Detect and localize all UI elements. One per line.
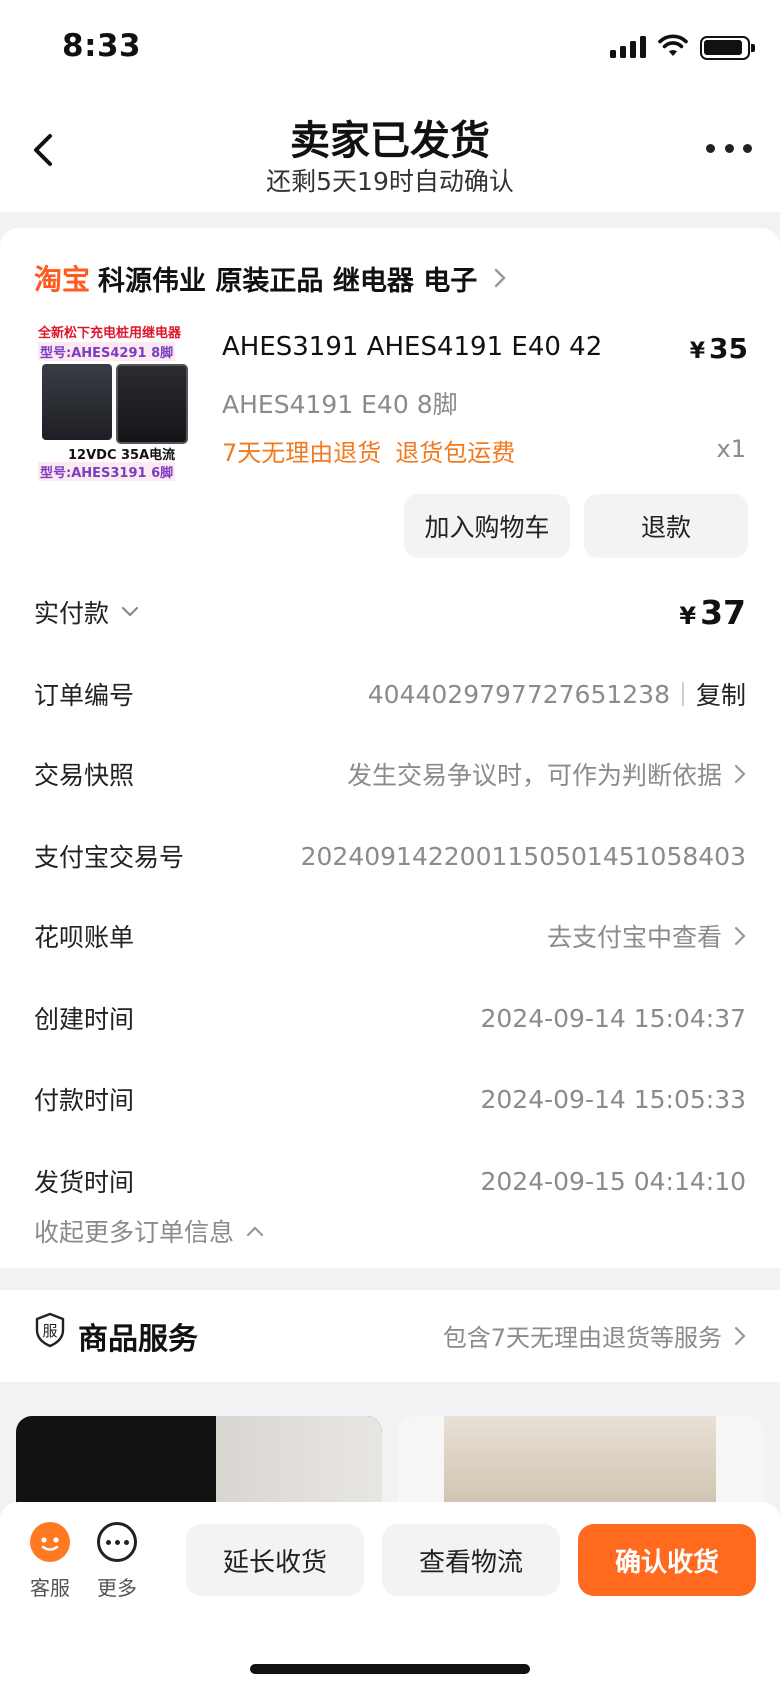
more-button[interactable]: 更多: [87, 1522, 147, 1601]
order-number-label: 订单编号: [34, 681, 135, 710]
snapshot-label: 交易快照: [34, 761, 135, 790]
product-quantity: x1: [716, 435, 746, 463]
product-title[interactable]: AHES3191 AHES4191 E40 42: [222, 332, 602, 362]
huabei-link: 去支付宝中查看: [546, 923, 722, 952]
cellular-signal-icon: [610, 36, 648, 58]
service-title: 商品服务: [78, 1322, 198, 1357]
alipay-number-row: 支付宝交易号 2024091422001150501451058403: [34, 836, 746, 876]
thumb-spec: 12VDC 35A电流: [68, 448, 176, 463]
auto-confirm-countdown: 还剩5天19时自动确认: [266, 167, 514, 196]
extend-receipt-button[interactable]: 延长收货: [186, 1524, 364, 1596]
add-to-cart-button[interactable]: 加入购物车: [404, 494, 570, 558]
chevron-right-icon: [734, 926, 746, 946]
service-tags: 7天无理由退货 退货包运费: [222, 433, 515, 468]
shop-name: 科源伟业 原装正品 继电器 电子: [98, 265, 478, 297]
more-options-icon[interactable]: [706, 140, 752, 156]
order-number: 4044029797727651238: [367, 679, 670, 709]
shipped-time-row: 发货时间 2024-09-15 04:14:10: [34, 1161, 746, 1201]
huabei-label: 花呗账单: [34, 923, 135, 952]
status-bar: 8:33: [0, 0, 780, 90]
chevron-down-icon: [121, 606, 139, 617]
order-card: 淘宝 科源伟业 原装正品 继电器 电子 全新松下充电桩用继电器 型号:AHES4…: [0, 228, 780, 1268]
refund-button[interactable]: 退款: [584, 494, 748, 558]
customer-service-label: 客服: [30, 1576, 70, 1600]
collapse-order-info-button[interactable]: 收起更多订单信息: [34, 1213, 264, 1249]
page-title: 卖家已发货: [290, 118, 490, 164]
chevron-right-icon: [734, 1326, 746, 1345]
created-time-row: 创建时间 2024-09-14 15:04:37: [34, 998, 746, 1038]
more-icon: [97, 1522, 137, 1562]
wifi-icon: [658, 34, 688, 56]
status-time: 8:33: [62, 28, 142, 64]
chevron-right-icon: [495, 268, 506, 288]
paid-amount: ¥37: [679, 592, 746, 632]
chevron-up-icon: [246, 1226, 264, 1237]
shop-link[interactable]: 淘宝 科源伟业 原装正品 继电器 电子: [34, 258, 507, 298]
thumb-caption: 全新松下充电桩用继电器: [38, 326, 182, 341]
snapshot-hint: 发生交易争议时，可作为判断依据: [346, 761, 722, 790]
page-header: 卖家已发货 还剩5天19时自动确认: [0, 90, 780, 212]
confirm-receipt-button[interactable]: 确认收货: [578, 1524, 756, 1596]
home-indicator[interactable]: [250, 1664, 530, 1674]
service-description: 包含7天无理由退货等服务: [442, 1324, 722, 1352]
paid-amount-row: 实付款 ¥37: [34, 592, 746, 632]
service-tag: 7天无理由退货: [222, 439, 382, 467]
divider: [681, 682, 684, 706]
snapshot-row[interactable]: 交易快照 发生交易争议时，可作为判断依据: [34, 754, 746, 794]
alipay-number: 2024091422001150501451058403: [300, 841, 746, 871]
paid-amount-toggle[interactable]: 实付款: [34, 594, 139, 630]
product-image[interactable]: 全新松下充电桩用继电器 型号:AHES4291 8脚 12VDC 35A电流 型…: [34, 320, 196, 482]
alipay-number-label: 支付宝交易号: [34, 843, 185, 872]
battery-icon: [700, 36, 755, 60]
paid-time-row: 付款时间 2024-09-14 15:05:33: [34, 1079, 746, 1119]
thumb-model-label: 型号:AHES4291 8脚: [38, 342, 176, 361]
service-tag: 退货包运费: [395, 439, 516, 467]
paid-time-label: 付款时间: [34, 1086, 135, 1115]
customer-service-button[interactable]: 客服: [20, 1522, 80, 1601]
more-label: 更多: [97, 1576, 137, 1600]
customer-service-icon: [30, 1522, 70, 1562]
recommendations: [0, 1398, 780, 1536]
huabei-row[interactable]: 花呗账单 去支付宝中查看: [34, 916, 746, 956]
product-sku: AHES4191 E40 8脚: [222, 390, 458, 419]
shipped-time-label: 发货时间: [34, 1168, 135, 1197]
svg-text:服: 服: [42, 1322, 57, 1340]
taobao-logo: 淘宝: [34, 263, 91, 296]
shield-icon: 服: [35, 1312, 65, 1348]
product-price: ¥35: [689, 332, 748, 365]
relay-image-back: [116, 364, 188, 444]
shipped-time: 2024-09-15 04:14:10: [480, 1166, 746, 1196]
order-number-row: 订单编号 4044029797727651238 复制: [34, 674, 746, 714]
thumb-model-label: 型号:AHES3191 6脚: [38, 462, 176, 481]
relay-image-front: [42, 364, 112, 440]
created-time-label: 创建时间: [34, 1005, 135, 1034]
bottom-action-bar: 客服 更多 延长收货 查看物流 确认收货: [0, 1502, 780, 1688]
copy-button[interactable]: 复制: [696, 676, 746, 712]
chevron-right-icon: [734, 764, 746, 784]
paid-time: 2024-09-14 15:05:33: [480, 1084, 746, 1114]
product-service-row[interactable]: 服 商品服务 包含7天无理由退货等服务: [0, 1290, 780, 1382]
view-logistics-button[interactable]: 查看物流: [382, 1524, 560, 1596]
created-time: 2024-09-14 15:04:37: [480, 1003, 746, 1033]
